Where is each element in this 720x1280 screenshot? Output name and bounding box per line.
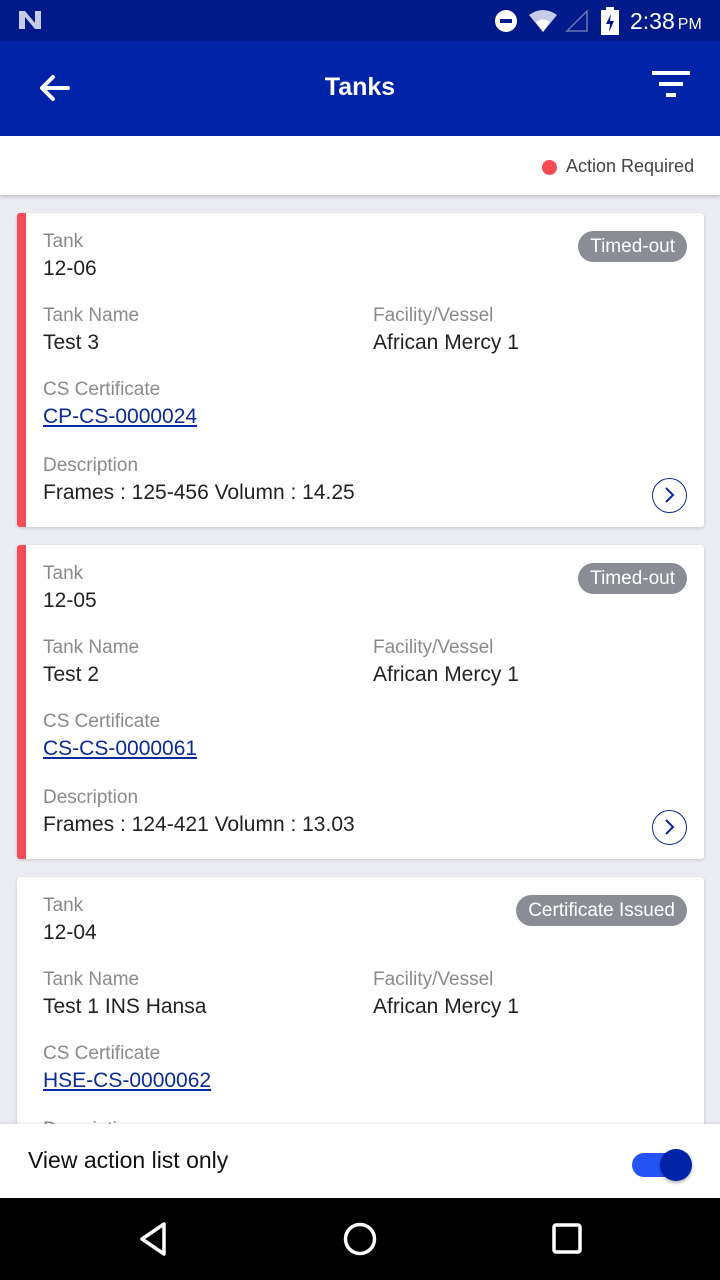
wifi-icon bbox=[529, 10, 557, 32]
chevron-right-icon[interactable] bbox=[652, 810, 687, 845]
description-value: Frames : 124-421 Volumn : 13.03 bbox=[43, 813, 355, 836]
navigation-bar bbox=[0, 1198, 720, 1280]
facility-label: Facility/Vessel bbox=[373, 305, 494, 326]
certificate-label: CS Certificate bbox=[43, 711, 161, 732]
description-label: Description bbox=[43, 787, 139, 808]
facility-label: Facility/Vessel bbox=[373, 969, 494, 990]
tank-name-value: Test 3 bbox=[43, 331, 100, 354]
battery-charging-icon bbox=[601, 7, 619, 35]
page-title: Tanks bbox=[324, 73, 396, 101]
certificate-link[interactable]: CS-CS-0000061 bbox=[43, 737, 197, 761]
legend-label: Action Required bbox=[566, 156, 695, 176]
facility-value: African Mercy 1 bbox=[373, 331, 519, 354]
view-action-list-toggle[interactable] bbox=[632, 1149, 694, 1181]
signal-icon bbox=[565, 9, 588, 32]
clock: 2:38 PM bbox=[630, 8, 702, 34]
nav-home-icon[interactable] bbox=[343, 1222, 377, 1256]
certificate-link[interactable]: CP-CS-0000024 bbox=[43, 405, 197, 429]
n-logo-icon bbox=[19, 11, 41, 29]
toggle-label: View action list only bbox=[28, 1147, 229, 1173]
status-badge: Certificate Issued bbox=[516, 895, 687, 926]
tank-card[interactable]: Tank 12-05 Timed-out Tank Name Test 2 Fa… bbox=[17, 545, 704, 859]
nav-recents-icon[interactable] bbox=[552, 1223, 582, 1255]
action-required-dot bbox=[542, 160, 557, 175]
description-label: Description bbox=[43, 455, 139, 476]
certificate-link[interactable]: HSE-CS-0000062 bbox=[43, 1069, 211, 1093]
tank-value: 12-06 bbox=[43, 257, 97, 280]
filter-icon[interactable] bbox=[652, 71, 690, 99]
status-badge: Timed-out bbox=[578, 563, 687, 594]
facility-value: African Mercy 1 bbox=[373, 663, 519, 686]
app-bar: Tanks bbox=[0, 41, 720, 136]
description-value: Frames : 125-456 Volumn : 14.25 bbox=[43, 481, 355, 504]
tank-name-label: Tank Name bbox=[43, 305, 140, 326]
bottom-bar: View action list only bbox=[0, 1124, 720, 1198]
tank-label: Tank bbox=[43, 231, 84, 252]
chevron-right-icon[interactable] bbox=[652, 478, 687, 513]
tank-value: 12-04 bbox=[43, 921, 97, 944]
dnd-icon bbox=[495, 10, 517, 32]
facility-label: Facility/Vessel bbox=[373, 637, 494, 658]
tank-value: 12-05 bbox=[43, 589, 97, 612]
nav-back-icon[interactable] bbox=[138, 1222, 168, 1256]
certificate-label: CS Certificate bbox=[43, 1043, 161, 1064]
legend-bar: Action Required bbox=[0, 136, 720, 195]
toggle-thumb bbox=[660, 1149, 692, 1181]
status-badge: Timed-out bbox=[578, 231, 687, 262]
facility-value: African Mercy 1 bbox=[373, 995, 519, 1018]
certificate-label: CS Certificate bbox=[43, 379, 161, 400]
tank-label: Tank bbox=[43, 895, 84, 916]
status-bar: 2:38 PM bbox=[0, 0, 720, 41]
tank-label: Tank bbox=[43, 563, 84, 584]
tank-name-value: Test 1 INS Hansa bbox=[43, 995, 207, 1018]
tank-name-value: Test 2 bbox=[43, 663, 100, 686]
tank-name-label: Tank Name bbox=[43, 969, 140, 990]
tank-card[interactable]: Tank 12-06 Timed-out Tank Name Test 3 Fa… bbox=[17, 213, 704, 527]
tank-name-label: Tank Name bbox=[43, 637, 140, 658]
